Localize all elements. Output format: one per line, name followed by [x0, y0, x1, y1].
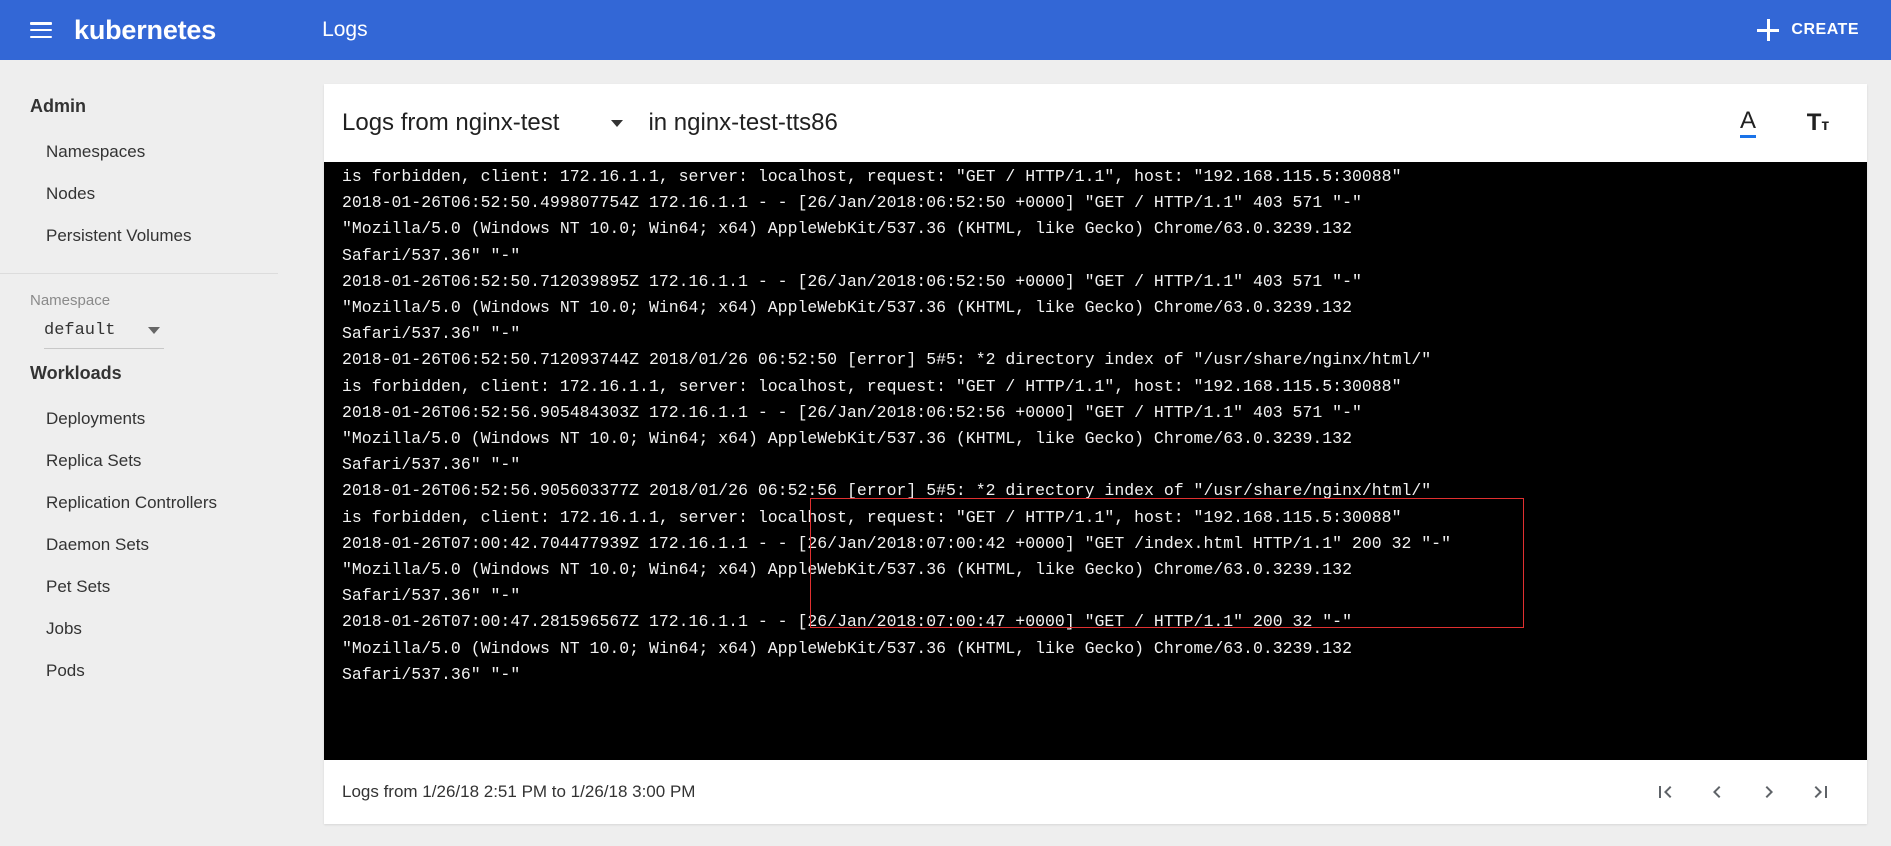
sidebar-item-jobs[interactable]: Jobs [0, 608, 308, 650]
logs-card-footer: Logs from 1/26/18 2:51 PM to 1/26/18 3:0… [324, 760, 1867, 824]
first-page-button[interactable] [1639, 766, 1691, 818]
text-color-icon: A [1739, 108, 1756, 138]
logs-card-header: Logs from nginx-test in nginx-test-tts86… [324, 84, 1867, 162]
next-page-button[interactable] [1743, 766, 1795, 818]
font-size-toggle-button[interactable]: Tт [1795, 100, 1841, 146]
namespace-selected-value: default [44, 321, 116, 340]
logs-source-select[interactable]: Logs from nginx-test [342, 109, 624, 137]
text-color-toggle-button[interactable]: A [1725, 100, 1771, 146]
top-bar: kubernetes Logs CREATE [0, 0, 1891, 60]
chevron-down-icon [611, 119, 624, 127]
bottom-strip [324, 824, 1867, 846]
previous-page-button[interactable] [1691, 766, 1743, 818]
sidebar-item-replication-controllers[interactable]: Replication Controllers [0, 482, 308, 524]
sidebar-item-namespaces[interactable]: Namespaces [0, 131, 308, 173]
page-title: Logs [322, 18, 368, 41]
log-console[interactable]: is forbidden, client: 172.16.1.1, server… [324, 162, 1867, 760]
first-page-icon [1659, 786, 1672, 798]
brand-logo-text[interactable]: kubernetes [74, 15, 216, 46]
logs-card: Logs from nginx-test in nginx-test-tts86… [324, 84, 1867, 824]
kubernetes-dashboard: kubernetes Logs CREATE Admin Namespaces … [0, 0, 1891, 846]
chevron-down-icon [148, 327, 160, 334]
last-page-button[interactable] [1795, 766, 1847, 818]
container-name-label: in nginx-test-tts86 [648, 109, 838, 136]
sidebar-item-persistent-volumes[interactable]: Persistent Volumes [0, 215, 308, 257]
namespace-select[interactable]: default [44, 321, 164, 349]
sidebar-section-admin: Admin [30, 96, 86, 116]
sidebar-item-nodes[interactable]: Nodes [0, 173, 308, 215]
create-button-label: CREATE [1791, 21, 1859, 38]
sidebar-section-workloads: Workloads [30, 363, 122, 383]
plus-icon [1757, 19, 1780, 41]
sidebar-item-pods[interactable]: Pods [0, 650, 308, 692]
font-size-icon: Tт [1806, 109, 1830, 136]
log-time-range-label: Logs from 1/26/18 2:51 PM to 1/26/18 3:0… [342, 782, 696, 801]
sidebar-nav: Admin Namespaces Nodes Persistent Volume… [0, 60, 308, 846]
last-page-icon [1814, 786, 1827, 798]
namespace-select-wrapper: default [0, 315, 308, 349]
hamburger-menu-icon[interactable] [30, 22, 52, 38]
next-page-icon [1765, 786, 1773, 798]
sidebar-item-daemon-sets[interactable]: Daemon Sets [0, 524, 308, 566]
sidebar-item-pet-sets[interactable]: Pet Sets [0, 566, 308, 608]
create-button[interactable]: CREATE [1757, 19, 1859, 41]
log-text-content: is forbidden, client: 172.16.1.1, server… [342, 167, 1451, 684]
body-container: Admin Namespaces Nodes Persistent Volume… [0, 60, 1891, 846]
previous-page-icon [1713, 786, 1721, 798]
sidebar-item-deployments[interactable]: Deployments [0, 398, 308, 440]
logs-source-label: Logs from nginx-test [342, 109, 560, 136]
sidebar-item-replica-sets[interactable]: Replica Sets [0, 440, 308, 482]
main-content: Logs from nginx-test in nginx-test-tts86… [308, 60, 1891, 846]
namespace-label: Namespace [30, 292, 111, 309]
